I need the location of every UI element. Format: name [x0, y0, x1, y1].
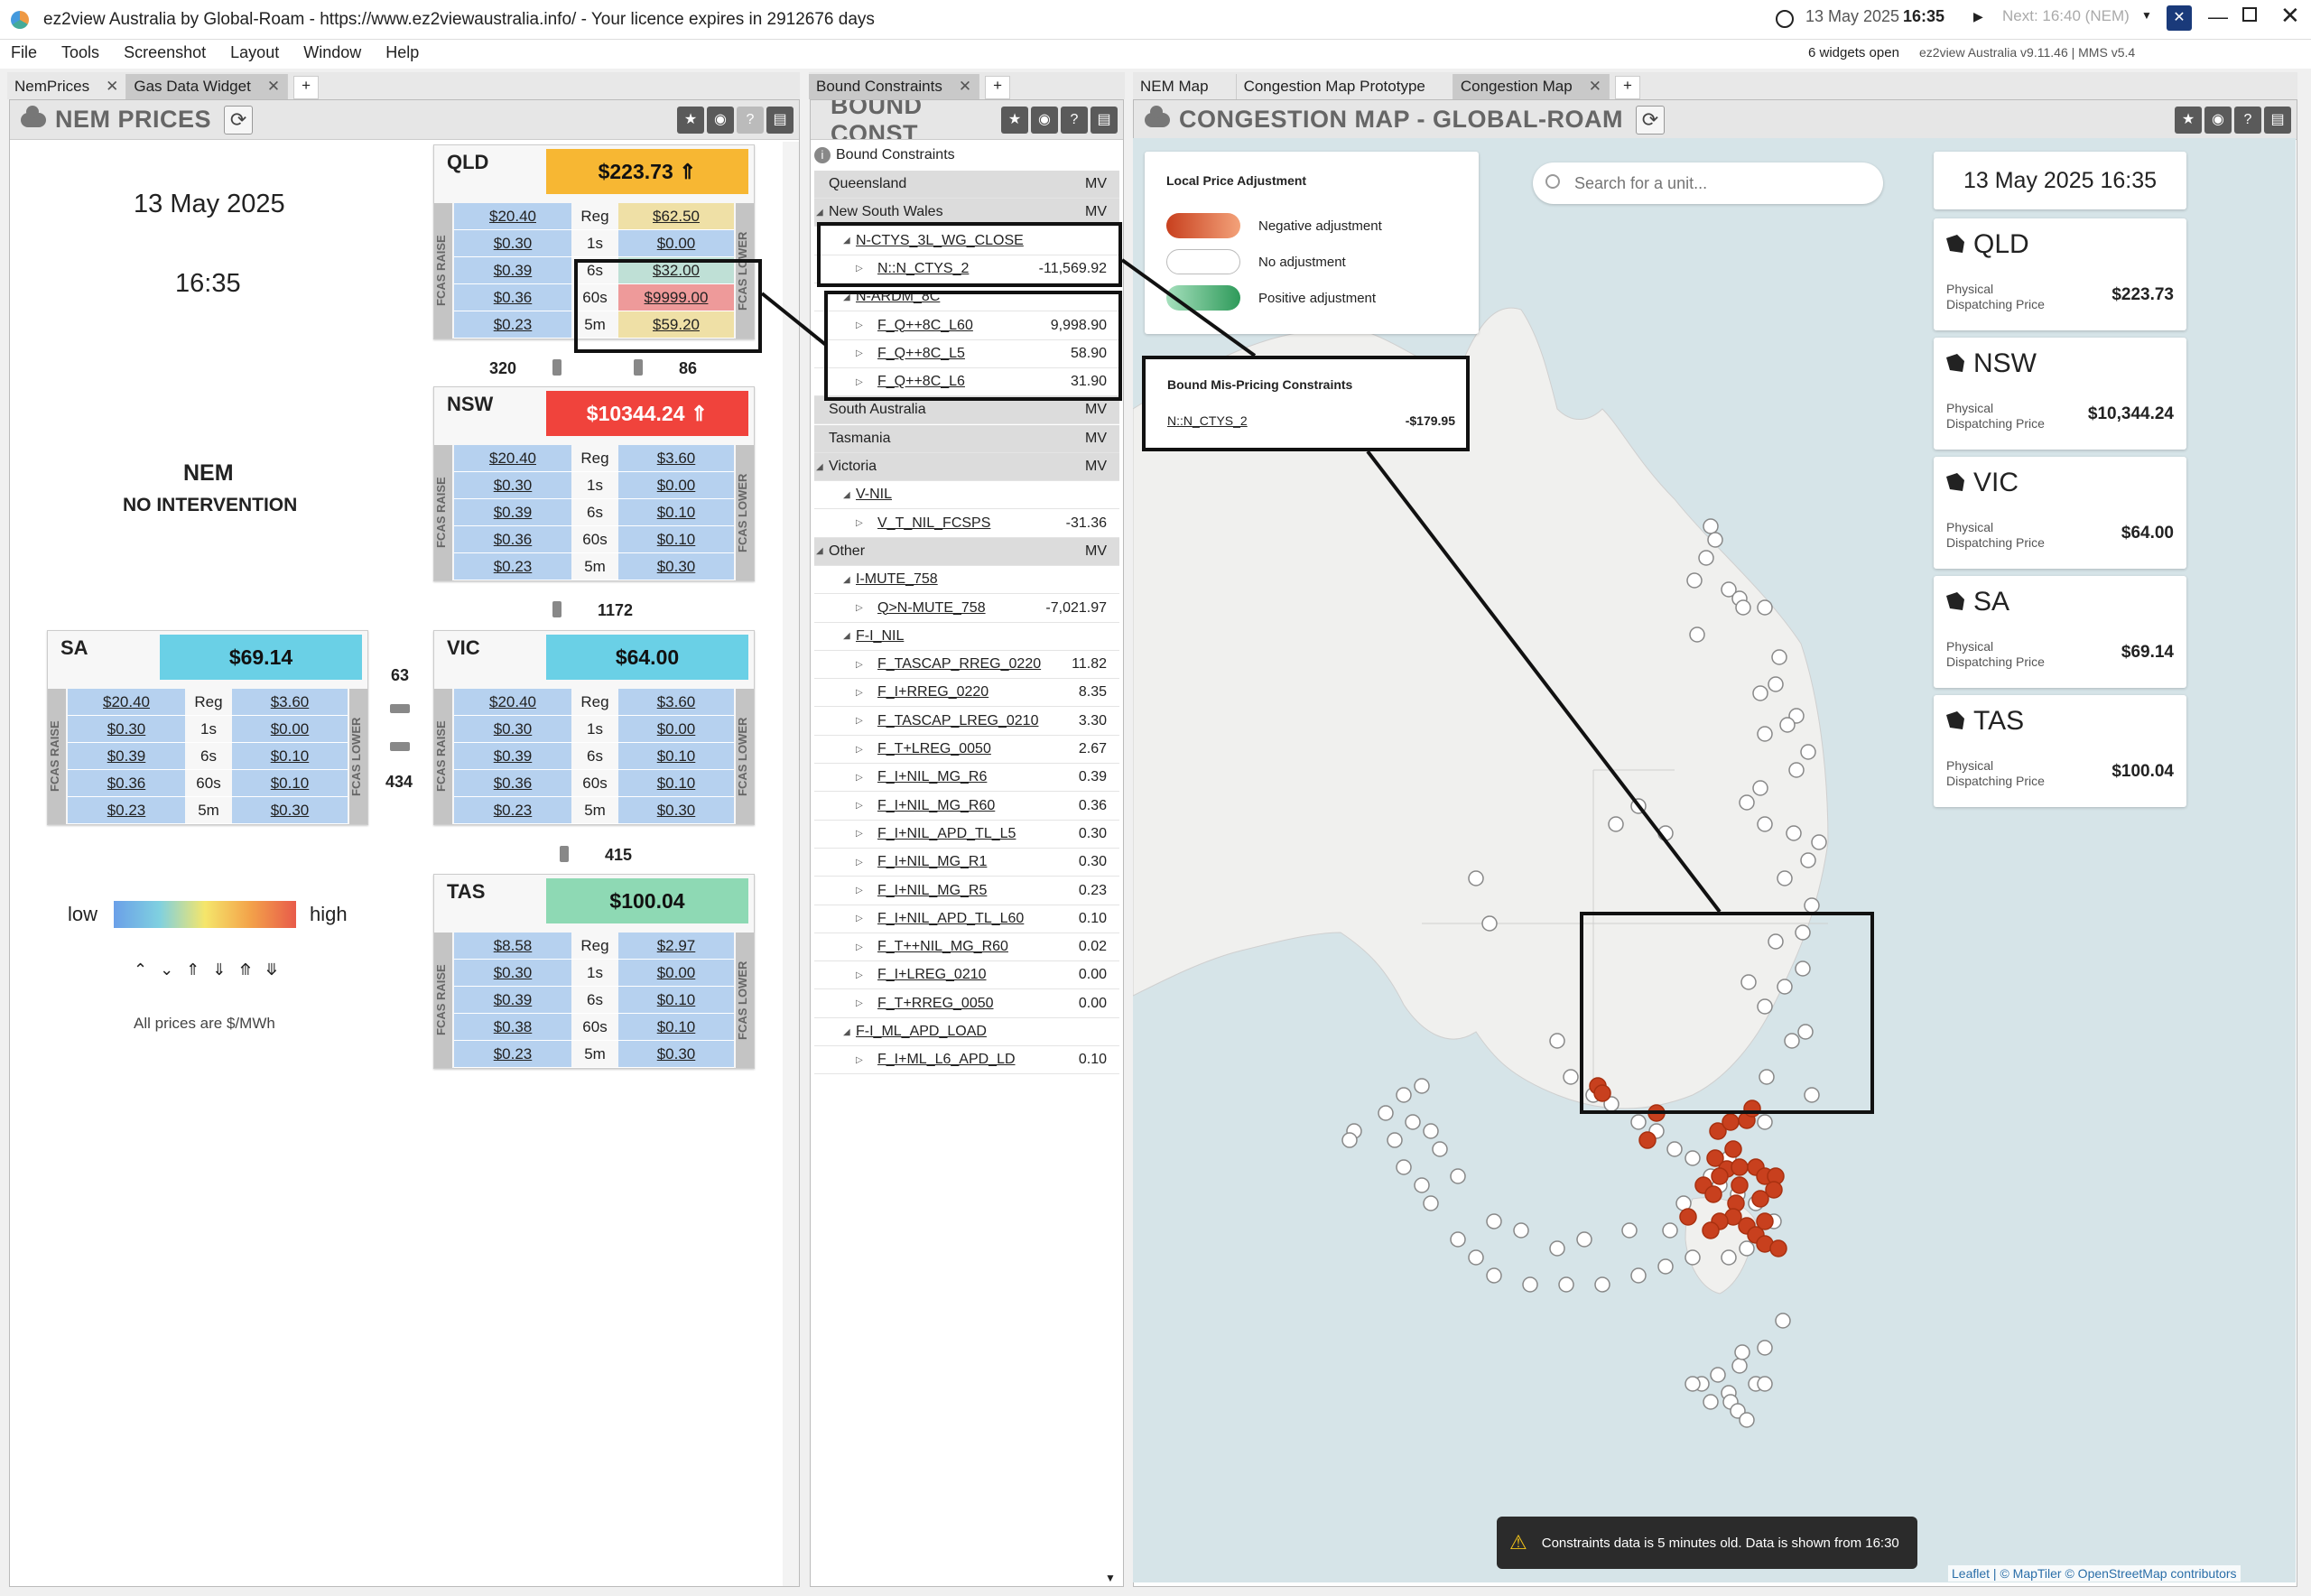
callout-line: [1366, 450, 1722, 914]
callout-line: [760, 292, 829, 348]
callout-lines: [760, 258, 1722, 914]
callout-line: [1120, 258, 1257, 357]
